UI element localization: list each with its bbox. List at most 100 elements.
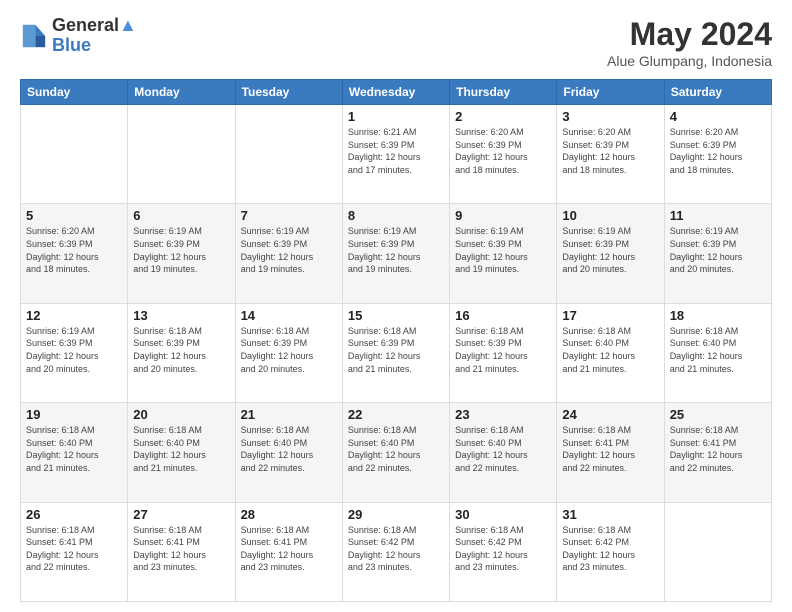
calendar-cell: 4Sunrise: 6:20 AM Sunset: 6:39 PM Daylig… [664,105,771,204]
page: General▲ Blue May 2024 Alue Glumpang, In… [0,0,792,612]
week-row-0: 1 Sunrise: 6:21 AM Sunset: 6:39 PM Daylig… [21,105,772,204]
cell-info: Sunrise: 6:19 AM Sunset: 6:39 PM Dayligh… [241,225,337,275]
cell-info: Sunrise: 6:18 AM Sunset: 6:40 PM Dayligh… [241,424,337,474]
calendar-cell: 17 Sunrise: 6:18 AM Sunset: 6:40 PM Dayli… [557,303,664,402]
cell-info: Sunrise: 6:20 AM Sunset: 6:39 PM Dayligh… [455,126,551,176]
calendar-cell: 13Sunrise: 6:18 AM Sunset: 6:39 PM Dayli… [128,303,235,402]
day-number: 12 [26,308,122,323]
day-number: 27 [133,507,229,522]
day-number: 23 [455,407,551,422]
calendar-cell: 6 Sunrise: 6:19 AM Sunset: 6:39 PM Daylig… [128,204,235,303]
day-number: 17 [562,308,658,323]
cell-info: Sunrise: 6:18 AM Sunset: 6:40 PM Dayligh… [562,325,658,375]
calendar-cell: 31Sunrise: 6:18 AM Sunset: 6:42 PM Dayli… [557,502,664,601]
cell-info: Sunrise: 6:19 AM Sunset: 6:39 PM Dayligh… [26,325,122,375]
calendar-cell: 18Sunrise: 6:18 AM Sunset: 6:40 PM Dayli… [664,303,771,402]
cell-info: Sunrise: 6:18 AM Sunset: 6:41 PM Dayligh… [26,524,122,574]
day-number: 18 [670,308,766,323]
day-number: 22 [348,407,444,422]
day-number: 29 [348,507,444,522]
col-header-friday: Friday [557,80,664,105]
day-number: 8 [348,208,444,223]
calendar-cell: 12 Sunrise: 6:19 AM Sunset: 6:39 PM Dayli… [21,303,128,402]
cell-info: Sunrise: 6:20 AM Sunset: 6:39 PM Dayligh… [670,126,766,176]
cell-info: Sunrise: 6:18 AM Sunset: 6:40 PM Dayligh… [348,424,444,474]
calendar-cell: 30Sunrise: 6:18 AM Sunset: 6:42 PM Dayli… [450,502,557,601]
calendar-cell: 22 Sunrise: 6:18 AM Sunset: 6:40 PM Dayli… [342,403,449,502]
calendar-cell: 24 Sunrise: 6:18 AM Sunset: 6:41 PM Dayli… [557,403,664,502]
day-number: 11 [670,208,766,223]
day-number: 28 [241,507,337,522]
day-number: 26 [26,507,122,522]
week-row-3: 19 Sunrise: 6:18 AM Sunset: 6:40 PM Dayli… [21,403,772,502]
day-number: 16 [455,308,551,323]
day-number: 1 [348,109,444,124]
calendar-cell [235,105,342,204]
cell-info: Sunrise: 6:20 AM Sunset: 6:39 PM Dayligh… [562,126,658,176]
cell-info: Sunrise: 6:19 AM Sunset: 6:39 PM Dayligh… [348,225,444,275]
logo: General▲ Blue [20,16,137,56]
calendar-cell: 9Sunrise: 6:19 AM Sunset: 6:39 PM Daylig… [450,204,557,303]
logo-icon [20,22,48,50]
day-number: 20 [133,407,229,422]
cell-info: Sunrise: 6:21 AM Sunset: 6:39 PM Dayligh… [348,126,444,176]
calendar-cell: 23Sunrise: 6:18 AM Sunset: 6:40 PM Dayli… [450,403,557,502]
calendar-cell: 15Sunrise: 6:18 AM Sunset: 6:39 PM Dayli… [342,303,449,402]
cell-info: Sunrise: 6:19 AM Sunset: 6:39 PM Dayligh… [670,225,766,275]
day-number: 9 [455,208,551,223]
week-row-1: 5Sunrise: 6:20 AM Sunset: 6:39 PM Daylig… [21,204,772,303]
col-header-saturday: Saturday [664,80,771,105]
col-header-wednesday: Wednesday [342,80,449,105]
day-number: 21 [241,407,337,422]
calendar-cell: 19 Sunrise: 6:18 AM Sunset: 6:40 PM Dayli… [21,403,128,502]
week-row-2: 12 Sunrise: 6:19 AM Sunset: 6:39 PM Dayli… [21,303,772,402]
month-year: May 2024 [607,16,772,53]
col-header-thursday: Thursday [450,80,557,105]
day-number: 24 [562,407,658,422]
day-number: 15 [348,308,444,323]
calendar-cell [664,502,771,601]
cell-info: Sunrise: 6:19 AM Sunset: 6:39 PM Dayligh… [133,225,229,275]
calendar-cell: 1 Sunrise: 6:21 AM Sunset: 6:39 PM Daylig… [342,105,449,204]
logo-text: General▲ Blue [52,16,137,56]
day-number: 7 [241,208,337,223]
cell-info: Sunrise: 6:18 AM Sunset: 6:39 PM Dayligh… [455,325,551,375]
calendar-cell: 2 Sunrise: 6:20 AM Sunset: 6:39 PM Daylig… [450,105,557,204]
calendar-cell: 25Sunrise: 6:18 AM Sunset: 6:41 PM Dayli… [664,403,771,502]
header: General▲ Blue May 2024 Alue Glumpang, In… [20,16,772,69]
cell-info: Sunrise: 6:18 AM Sunset: 6:42 PM Dayligh… [562,524,658,574]
day-number: 6 [133,208,229,223]
cell-info: Sunrise: 6:18 AM Sunset: 6:40 PM Dayligh… [133,424,229,474]
day-number: 2 [455,109,551,124]
calendar-cell: 7 Sunrise: 6:19 AM Sunset: 6:39 PM Daylig… [235,204,342,303]
calendar-cell: 20 Sunrise: 6:18 AM Sunset: 6:40 PM Dayli… [128,403,235,502]
calendar-cell: 8 Sunrise: 6:19 AM Sunset: 6:39 PM Daylig… [342,204,449,303]
cell-info: Sunrise: 6:18 AM Sunset: 6:42 PM Dayligh… [455,524,551,574]
col-header-tuesday: Tuesday [235,80,342,105]
cell-info: Sunrise: 6:18 AM Sunset: 6:40 PM Dayligh… [26,424,122,474]
cell-info: Sunrise: 6:18 AM Sunset: 6:41 PM Dayligh… [241,524,337,574]
cell-info: Sunrise: 6:18 AM Sunset: 6:41 PM Dayligh… [670,424,766,474]
calendar-cell: 26 Sunrise: 6:18 AM Sunset: 6:41 PM Dayli… [21,502,128,601]
col-header-monday: Monday [128,80,235,105]
calendar-cell [21,105,128,204]
location: Alue Glumpang, Indonesia [607,53,772,69]
calendar-table: SundayMondayTuesdayWednesdayThursdayFrid… [20,79,772,602]
cell-info: Sunrise: 6:18 AM Sunset: 6:42 PM Dayligh… [348,524,444,574]
day-number: 14 [241,308,337,323]
day-number: 10 [562,208,658,223]
calendar-cell: 21 Sunrise: 6:18 AM Sunset: 6:40 PM Dayli… [235,403,342,502]
calendar-cell: 16 Sunrise: 6:18 AM Sunset: 6:39 PM Dayli… [450,303,557,402]
day-number: 3 [562,109,658,124]
title-block: May 2024 Alue Glumpang, Indonesia [607,16,772,69]
calendar-cell: 14 Sunrise: 6:18 AM Sunset: 6:39 PM Dayli… [235,303,342,402]
cell-info: Sunrise: 6:18 AM Sunset: 6:41 PM Dayligh… [562,424,658,474]
header-row: SundayMondayTuesdayWednesdayThursdayFrid… [21,80,772,105]
week-row-4: 26 Sunrise: 6:18 AM Sunset: 6:41 PM Dayli… [21,502,772,601]
day-number: 19 [26,407,122,422]
calendar-cell: 28 Sunrise: 6:18 AM Sunset: 6:41 PM Dayli… [235,502,342,601]
cell-info: Sunrise: 6:18 AM Sunset: 6:41 PM Dayligh… [133,524,229,574]
cell-info: Sunrise: 6:19 AM Sunset: 6:39 PM Dayligh… [562,225,658,275]
cell-info: Sunrise: 6:18 AM Sunset: 6:39 PM Dayligh… [241,325,337,375]
day-number: 13 [133,308,229,323]
